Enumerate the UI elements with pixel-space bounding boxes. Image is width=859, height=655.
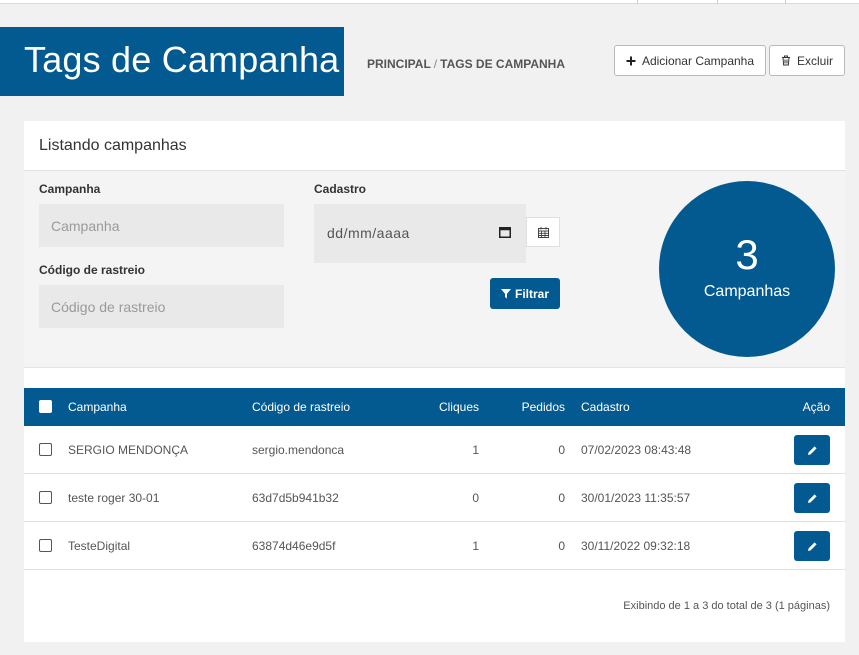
codigo-input[interactable] (39, 285, 284, 328)
delete-label: Excluir (796, 53, 833, 68)
row-campanha: TesteDigital (68, 539, 131, 553)
row-campanha: teste roger 30-01 (68, 491, 160, 505)
campanha-input[interactable] (39, 204, 284, 247)
pencil-icon (807, 493, 817, 503)
add-campaign-button[interactable]: Adicionar Campanha (614, 45, 766, 76)
page-title: Tags de Campanha (24, 39, 340, 80)
select-all-checkbox[interactable] (39, 400, 52, 413)
plus-icon (626, 56, 636, 65)
row-cliques: 0 (472, 491, 479, 505)
filter-button-label: Filtrar (514, 286, 549, 301)
row-campanha: SERGIO MENDONÇA (68, 443, 189, 457)
top-bar (0, 0, 859, 4)
breadcrumb-current: TAGS DE CAMPANHA (440, 57, 566, 71)
column-cliques: Cliques (438, 400, 479, 414)
page-title-block: Tags de Campanha (0, 27, 344, 96)
trash-icon (781, 55, 790, 66)
table-row: teste roger 30-01 63d7d5b941b32 0 0 30/0… (24, 474, 845, 522)
codigo-filter-label: Código de rastreio (39, 263, 146, 277)
column-codigo: Código de rastreio (252, 400, 351, 414)
breadcrumb-separator: / (433, 57, 438, 71)
row-checkbox[interactable] (39, 491, 52, 504)
cadastro-date-placeholder: dd/mm/aaaa (327, 225, 410, 241)
row-cadastro: 07/02/2023 08:43:48 (581, 443, 692, 457)
row-codigo: 63d7d5b941b32 (252, 491, 339, 505)
row-cadastro: 30/01/2023 11:35:57 (581, 491, 691, 505)
pencil-icon (807, 445, 817, 455)
breadcrumb: PRINCIPAL / TAGS DE CAMPANHA (367, 57, 565, 71)
calendar-icon[interactable] (499, 226, 511, 238)
funnel-icon (500, 288, 511, 298)
column-cadastro: Cadastro (581, 400, 630, 414)
table-row: TesteDigital 63874d46e9d5f 1 0 30/11/202… (24, 522, 845, 570)
edit-button[interactable] (794, 483, 830, 513)
top-bar-divider (785, 0, 786, 4)
add-campaign-label: Adicionar Campanha (641, 53, 755, 68)
campaign-count-badge: 3 Campanhas (659, 181, 835, 357)
table-header: Campanha Código de rastreio Cliques Pedi… (24, 388, 845, 426)
campaign-panel: Listando campanhas Campanha Código de ra… (24, 121, 845, 642)
row-checkbox[interactable] (39, 443, 52, 456)
campanha-filter-label: Campanha (39, 182, 101, 196)
table-row: SERGIO MENDONÇA sergio.mendonca 1 0 07/0… (24, 426, 845, 474)
column-campanha: Campanha (68, 400, 127, 414)
delete-button[interactable]: Excluir (769, 45, 845, 76)
column-pedidos: Pedidos (521, 400, 565, 414)
calendar-grid-icon (537, 226, 549, 238)
top-bar-divider (637, 0, 638, 4)
column-acao: Ação (802, 400, 830, 414)
row-pedidos: 0 (558, 491, 565, 505)
calendar-button[interactable] (526, 217, 560, 247)
row-cliques: 1 (472, 443, 479, 457)
panel-header: Listando campanhas (24, 121, 845, 171)
row-pedidos: 0 (558, 539, 565, 553)
edit-button[interactable] (794, 531, 830, 561)
row-cadastro: 30/11/2022 09:32:18 (581, 539, 691, 553)
breadcrumb-home[interactable]: PRINCIPAL (367, 57, 431, 71)
row-codigo: 63874d46e9d5f (252, 539, 336, 553)
row-cliques: 1 (472, 539, 479, 553)
cadastro-filter-label: Cadastro (314, 182, 367, 196)
row-checkbox[interactable] (39, 539, 52, 552)
pagination-info: Exibindo de 1 a 3 do total de 3 (1 págin… (623, 600, 830, 612)
campaign-count: 3 (735, 231, 759, 278)
edit-button[interactable] (794, 435, 830, 465)
panel-title: Listando campanhas (39, 137, 187, 154)
row-pedidos: 0 (558, 443, 565, 457)
cadastro-date-input[interactable]: dd/mm/aaaa (314, 204, 526, 263)
campaign-count-label: Campanhas (703, 283, 791, 300)
filter-area: Campanha Código de rastreio Cadastro dd/… (24, 171, 845, 368)
top-bar-divider (717, 0, 718, 4)
row-codigo: sergio.mendonca (252, 443, 345, 457)
pencil-icon (807, 541, 817, 551)
filter-button[interactable]: Filtrar (490, 278, 560, 309)
